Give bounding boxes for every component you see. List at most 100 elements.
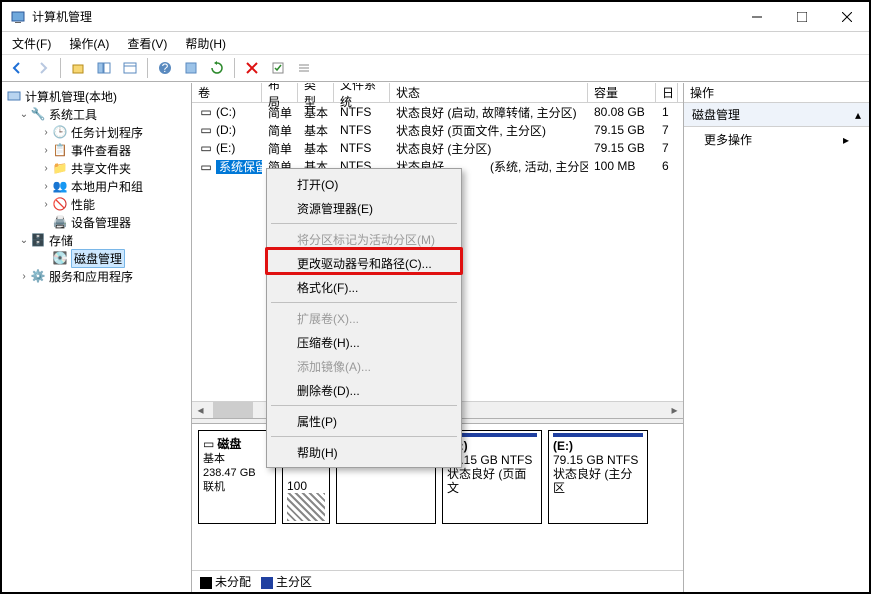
cell-layout: 简单 xyxy=(262,104,298,121)
legend-swatch-primary xyxy=(261,577,273,589)
tree-services[interactable]: ›⚙️服务和应用程序 xyxy=(4,267,189,285)
close-button[interactable] xyxy=(824,3,869,31)
cell-type: 基本 xyxy=(298,104,334,121)
list-button[interactable] xyxy=(119,57,141,79)
drive-icon: ▭ xyxy=(198,141,214,155)
refresh-button[interactable] xyxy=(206,57,228,79)
menu-explorer[interactable]: 资源管理器(E) xyxy=(269,196,459,220)
menu-format[interactable]: 格式化(F)... xyxy=(269,275,459,299)
help-button[interactable]: ? xyxy=(154,57,176,79)
tree-event-viewer[interactable]: ›📋事件查看器 xyxy=(4,141,189,159)
tree-root[interactable]: 计算机管理(本地) xyxy=(4,87,189,105)
drive-icon: ▭ xyxy=(198,160,214,174)
actions-header: 操作 xyxy=(684,83,869,103)
cell-cap: 100 MB xyxy=(588,159,656,173)
list2-button[interactable] xyxy=(293,57,315,79)
chevron-right-icon[interactable]: › xyxy=(18,271,30,282)
nav-tree[interactable]: 计算机管理(本地) ⌄🔧系统工具 ›🕒任务计划程序 ›📋事件查看器 ›📁共享文件… xyxy=(2,83,192,592)
volume-list[interactable]: 卷 布局 类型 文件系统 状态 容量 日 ▭(C:) 简单 基本 NTFS 状态… xyxy=(192,83,683,175)
cell-fs: NTFS xyxy=(334,123,390,137)
device-icon: 🖨️ xyxy=(52,214,68,230)
cell-vol: (E:) xyxy=(216,141,235,155)
menu-shrink[interactable]: 压缩卷(H)... xyxy=(269,330,459,354)
tree-task-scheduler[interactable]: ›🕒任务计划程序 xyxy=(4,123,189,141)
cell-status: 状态良好 (页面文件, 主分区) xyxy=(390,122,588,139)
col-rest[interactable]: 日 xyxy=(656,83,678,102)
back-button[interactable] xyxy=(6,57,28,79)
cell-layout: 简单 xyxy=(262,140,298,157)
app-icon xyxy=(10,9,26,25)
actions-section[interactable]: 磁盘管理 ▴ xyxy=(684,103,869,127)
collapse-icon[interactable]: ▴ xyxy=(855,108,861,122)
cell-fs: NTFS xyxy=(334,105,390,119)
table-row[interactable]: ▭(D:) 简单 基本 NTFS 状态良好 (页面文件, 主分区) 79.15 … xyxy=(192,121,683,139)
legend-swatch-unalloc xyxy=(200,577,212,589)
drive-icon: ▭ xyxy=(198,123,214,137)
menu-file[interactable]: 文件(F) xyxy=(8,33,55,54)
cell-vol: (D:) xyxy=(216,123,236,137)
tree-item-label: 任务计划程序 xyxy=(71,124,143,141)
col-type[interactable]: 类型 xyxy=(298,83,334,102)
cell-vol-selected: 系统保留 xyxy=(216,160,262,174)
actions-more-label: 更多操作 xyxy=(704,131,752,148)
users-icon: 👥 xyxy=(52,178,68,194)
col-capacity[interactable]: 容量 xyxy=(588,83,656,102)
partition-status: 状态良好 (页面文 xyxy=(447,467,537,495)
chevron-right-icon[interactable]: › xyxy=(40,145,52,156)
maximize-button[interactable] xyxy=(779,3,824,31)
cell-rest: 7 xyxy=(656,141,678,155)
menu-properties[interactable]: 属性(P) xyxy=(269,409,459,433)
col-layout[interactable]: 布局 xyxy=(262,83,298,102)
disk-type: 基本 xyxy=(203,452,271,466)
menu-divider xyxy=(271,302,457,303)
table-row[interactable]: ▭(E:) 简单 基本 NTFS 状态良好 (主分区) 79.15 GB 7 xyxy=(192,139,683,157)
menu-help[interactable]: 帮助(H) xyxy=(269,440,459,464)
show-hide-tree-button[interactable] xyxy=(93,57,115,79)
menu-open[interactable]: 打开(O) xyxy=(269,172,459,196)
menu-change-drive-letter[interactable]: 更改驱动器号和路径(C)... xyxy=(269,251,459,275)
col-volume[interactable]: 卷 xyxy=(192,83,262,102)
cell-status-suffix: (系统, 活动, 主分区) xyxy=(490,160,588,174)
partition-size: 79.15 GB NTFS xyxy=(553,453,643,467)
disk-info[interactable]: ▭磁盘 基本 238.47 GB 联机 xyxy=(198,430,276,524)
minimize-button[interactable] xyxy=(734,3,779,31)
disk-state: 联机 xyxy=(203,480,271,494)
tree-performance[interactable]: ›🚫性能 xyxy=(4,195,189,213)
chevron-down-icon[interactable]: ⌄ xyxy=(18,235,30,246)
chevron-down-icon[interactable]: ⌄ xyxy=(18,109,30,120)
menu-view[interactable]: 查看(V) xyxy=(123,33,171,54)
col-status[interactable]: 状态 xyxy=(390,83,588,102)
forward-button[interactable] xyxy=(32,57,54,79)
props-icon[interactable] xyxy=(180,57,202,79)
tree-services-label: 服务和应用程序 xyxy=(49,268,133,285)
tree-device-manager[interactable]: 🖨️设备管理器 xyxy=(4,213,189,231)
menu-help[interactable]: 帮助(H) xyxy=(181,33,230,54)
partition-e[interactable]: (E:) 79.15 GB NTFS 状态良好 (主分区 xyxy=(548,430,648,524)
table-row[interactable]: ▭(C:) 简单 基本 NTFS 状态良好 (启动, 故障转储, 主分区) 80… xyxy=(192,103,683,121)
legend: 未分配 主分区 xyxy=(192,570,683,592)
chevron-right-icon[interactable]: › xyxy=(40,181,52,192)
tree-item-label: 事件查看器 xyxy=(71,142,131,159)
context-menu[interactable]: 打开(O) 资源管理器(E) 将分区标记为活动分区(M) 更改驱动器号和路径(C… xyxy=(266,168,462,468)
scroll-thumb[interactable] xyxy=(213,402,253,418)
scroll-left-icon[interactable]: ◂ xyxy=(192,402,209,418)
list-header[interactable]: 卷 布局 类型 文件系统 状态 容量 日 xyxy=(192,83,683,103)
tree-storage[interactable]: ⌄🗄️存储 xyxy=(4,231,189,249)
tree-shared-folders[interactable]: ›📁共享文件夹 xyxy=(4,159,189,177)
tree-systools[interactable]: ⌄🔧系统工具 xyxy=(4,105,189,123)
chevron-right-icon[interactable]: › xyxy=(40,163,52,174)
chevron-right-icon[interactable]: › xyxy=(40,199,52,210)
menu-delete-volume[interactable]: 删除卷(D)... xyxy=(269,378,459,402)
share-icon: 📁 xyxy=(52,160,68,176)
actions-more[interactable]: 更多操作 ▸ xyxy=(684,127,869,152)
col-fs[interactable]: 文件系统 xyxy=(334,83,390,102)
tree-local-users[interactable]: ›👥本地用户和组 xyxy=(4,177,189,195)
cell-cap: 80.08 GB xyxy=(588,105,656,119)
scroll-right-icon[interactable]: ▸ xyxy=(666,402,683,418)
up-button[interactable] xyxy=(67,57,89,79)
menu-action[interactable]: 操作(A) xyxy=(65,33,113,54)
tree-disk-management[interactable]: 💽磁盘管理 xyxy=(4,249,189,267)
settings-button[interactable] xyxy=(267,57,289,79)
chevron-right-icon[interactable]: › xyxy=(40,127,52,138)
delete-button[interactable] xyxy=(241,57,263,79)
